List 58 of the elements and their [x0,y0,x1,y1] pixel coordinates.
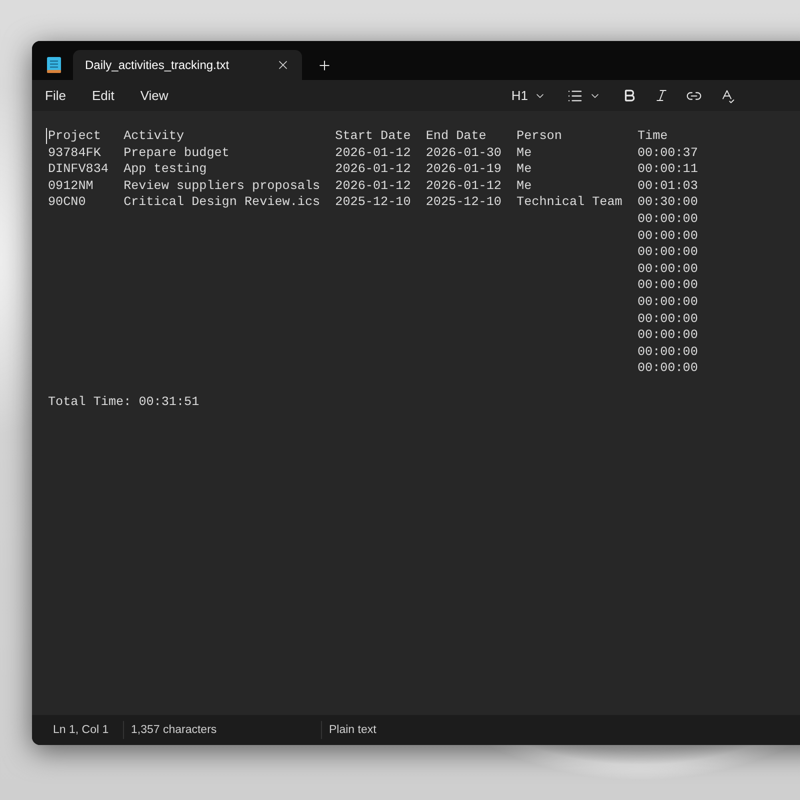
table-cell: App testing [124,161,207,178]
table-cell: 00:00:00 [637,244,698,261]
plus-icon [317,58,332,73]
table-cell: 2026-01-12 [426,178,502,194]
column-header: Person [516,128,562,145]
table-cell: 2025-12-10 [335,194,411,211]
column-header: Activity [124,128,184,145]
table-cell: 93784FK [48,144,101,162]
table-cell: Prepare budget [124,144,230,162]
table-cell: Review suppliers proposals [124,178,320,194]
list-icon [567,88,583,104]
table-cell: 2026-01-12 [335,161,411,178]
column-header: Project [48,128,101,145]
menu-item[interactable]: File [45,88,66,103]
menu-item[interactable]: View [140,88,168,103]
table-cell: 00:00:00 [637,327,698,344]
bold-icon[interactable] [622,88,637,103]
table-cell: 00:01:03 [637,178,698,194]
table-cell: Critical Design Review.ics [124,194,320,211]
list-dropdown[interactable] [567,88,601,104]
heading-dropdown[interactable]: H1 [511,88,546,103]
table-cell: 00:00:00 [637,260,698,278]
table-cell: 00:00:37 [637,144,698,162]
table-cell: 00:00:00 [637,210,698,228]
file-tab[interactable]: Daily_activities_tracking.txt [73,50,302,80]
menu-item[interactable]: Edit [92,88,114,103]
table-cell: 00:00:11 [637,161,698,178]
table-cell: Me [516,161,532,178]
column-header: Start Date [335,128,411,145]
table-cell: Me [516,178,532,194]
table-cell: Technical Team [516,194,622,211]
file-format[interactable]: Plain text [329,724,376,736]
text-cursor [46,128,47,144]
table-cell: 00:00:00 [637,294,698,311]
table-cell: 00:00:00 [637,344,698,360]
table-cell: 00:30:00 [637,194,698,211]
close-icon[interactable] [276,58,290,72]
table-cell: 00:00:00 [637,310,698,328]
table-cell: 90CN0 [48,194,86,211]
table-cell: 2026-01-30 [426,144,502,162]
table-cell: 2025-12-10 [426,194,502,211]
total-time-text: Total Time: 00:31:51 [48,394,200,410]
table-cell: 2026-01-19 [426,161,502,178]
italic-icon[interactable] [654,88,669,103]
table-cell: DINFV834 [48,161,108,178]
table-cell: 2026-01-12 [335,178,411,194]
cursor-position: Ln 1, Col 1 [53,724,109,736]
table-cell: 00:00:00 [637,360,698,377]
table-cell: 00:00:00 [637,277,698,294]
table-cell: 0912NM [48,178,94,194]
table-cell: 2026-01-12 [335,144,411,162]
notepad-icon [47,57,61,73]
character-count: 1,357 characters [131,724,217,736]
column-header: Time [637,128,668,145]
table-cell: Me [516,144,532,162]
new-tab-button[interactable] [317,58,332,73]
column-header: End Date [426,128,486,145]
table-cell: 00:00:00 [637,228,698,244]
